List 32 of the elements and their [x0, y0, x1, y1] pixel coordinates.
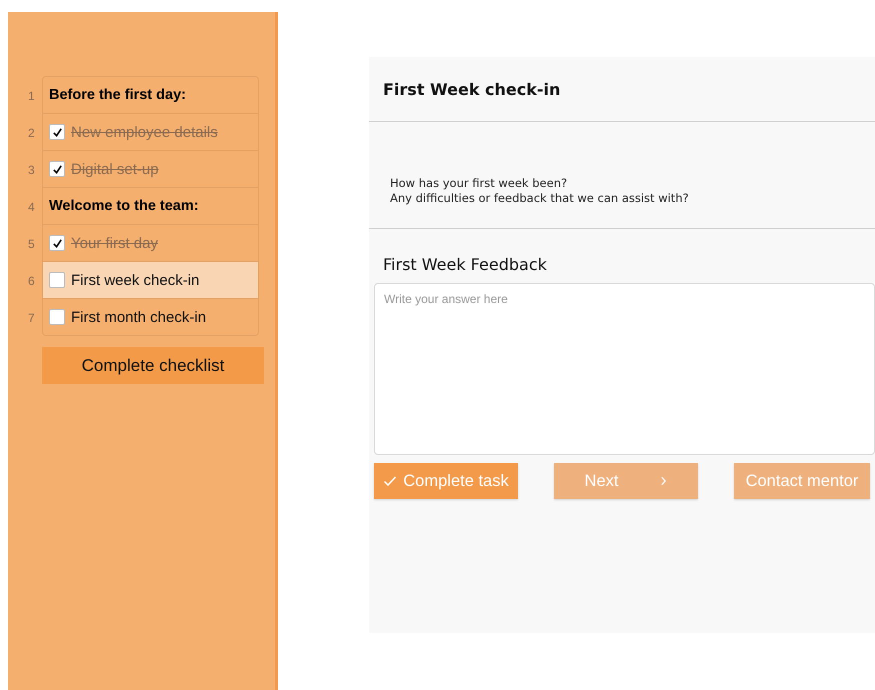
checkbox[interactable]: [49, 235, 65, 251]
check-icon: [383, 474, 398, 488]
checkbox[interactable]: [49, 272, 65, 288]
checkbox[interactable]: [49, 309, 65, 325]
chevron-right-icon: [660, 476, 668, 486]
line-number: 3: [28, 162, 36, 178]
answer-field[interactable]: Write your answer here: [374, 283, 875, 455]
task-title: First Week check-in: [383, 80, 560, 98]
section-heading: Welcome to the team:: [42, 187, 259, 225]
checkmark-icon: [52, 238, 62, 248]
checklist-item[interactable]: First month check-in: [42, 298, 259, 336]
section-heading: Before the first day:: [42, 76, 259, 114]
checkmark-icon: [52, 164, 62, 174]
line-number: 5: [28, 236, 36, 252]
checkmark-icon: [52, 126, 62, 138]
complete-checklist-button[interactable]: Complete checklist: [42, 347, 264, 384]
checkbox[interactable]: [49, 161, 65, 177]
line-number: 1: [28, 88, 36, 104]
action-button[interactable]: Complete task: [374, 463, 518, 499]
checklist-item[interactable]: New employee details: [42, 113, 259, 151]
field-label: First Week Feedback: [383, 255, 548, 274]
line-number: 4: [28, 198, 36, 216]
line-number: 6: [28, 272, 36, 290]
action-button[interactable]: Next: [554, 463, 698, 499]
line-number: 2: [28, 124, 36, 142]
checkbox[interactable]: [49, 124, 65, 140]
action-button[interactable]: Contact mentor: [734, 463, 870, 499]
line-number: 7: [28, 310, 36, 326]
checklist-item[interactable]: First week check-in: [42, 261, 259, 299]
checklist-item[interactable]: Digital set-up: [42, 150, 259, 188]
task-description: How has your first week been?: [390, 176, 568, 191]
task-description: Any difficulties or feedback that we can assist with?: [390, 191, 690, 206]
